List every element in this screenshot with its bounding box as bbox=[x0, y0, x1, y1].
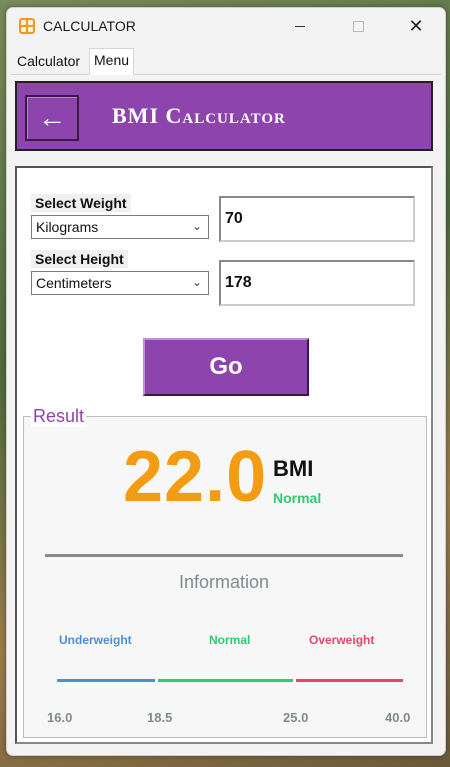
range-label-underweight: Underweight bbox=[59, 633, 132, 647]
page-title: BMI Calculator bbox=[112, 103, 286, 128]
title-bar: CALCULATOR ✕ bbox=[7, 8, 445, 44]
minimize-icon bbox=[295, 25, 305, 27]
weight-input-value: 70 bbox=[225, 210, 243, 227]
bmi-form-panel: Select Weight Kilograms ⌄ 70 Select Heig… bbox=[15, 166, 433, 744]
window-title: CALCULATOR bbox=[43, 18, 136, 34]
chevron-down-icon: ⌄ bbox=[191, 275, 202, 289]
weight-unit-value: Kilograms bbox=[36, 219, 99, 235]
page-header: ← BMI Calculator bbox=[15, 81, 433, 151]
information-title: Information bbox=[178, 572, 270, 592]
tick-label: 16.0 bbox=[47, 710, 73, 725]
weight-label: Select Weight bbox=[31, 194, 131, 212]
tab-menu[interactable]: Menu bbox=[89, 48, 135, 75]
bmi-unit-label: BMI bbox=[273, 456, 314, 481]
range-bar-overweight bbox=[296, 679, 403, 682]
range-label-normal: Normal bbox=[209, 633, 251, 647]
tab-calculator[interactable]: Calculator bbox=[13, 50, 85, 72]
maximize-icon bbox=[352, 20, 364, 32]
range-bar-underweight bbox=[57, 679, 155, 682]
tab-bar: Calculator Menu bbox=[11, 48, 441, 75]
height-label: Select Height bbox=[31, 250, 128, 268]
close-icon: ✕ bbox=[408, 15, 424, 36]
back-arrow-icon: ← bbox=[38, 102, 66, 133]
calculator-app-icon bbox=[19, 18, 35, 34]
tick-label: 40.0 bbox=[385, 710, 411, 725]
height-unit-select[interactable]: Centimeters ⌄ bbox=[31, 271, 209, 295]
maximize-button[interactable] bbox=[329, 8, 387, 44]
height-input[interactable]: 178 bbox=[219, 260, 415, 306]
close-button[interactable]: ✕ bbox=[387, 8, 445, 44]
tick-label: 25.0 bbox=[283, 710, 309, 725]
tick-label: 18.5 bbox=[147, 710, 173, 725]
go-button[interactable]: Go bbox=[143, 338, 309, 396]
weight-unit-select[interactable]: Kilograms ⌄ bbox=[31, 215, 209, 239]
weight-input[interactable]: 70 bbox=[219, 196, 415, 242]
height-input-value: 178 bbox=[225, 274, 252, 291]
calculator-window: CALCULATOR ✕ Calculator Menu ← BMI Calcu… bbox=[6, 7, 446, 756]
minimize-button[interactable] bbox=[271, 8, 329, 44]
height-unit-value: Centimeters bbox=[36, 275, 112, 291]
bmi-value: 22.0 bbox=[123, 437, 268, 517]
bmi-status: Normal bbox=[273, 490, 322, 506]
back-button[interactable]: ← bbox=[25, 95, 79, 141]
range-label-overweight: Overweight bbox=[309, 633, 375, 647]
result-legend: Result bbox=[31, 406, 87, 427]
range-bar-normal bbox=[158, 679, 293, 682]
chevron-down-icon: ⌄ bbox=[191, 219, 202, 233]
result-divider bbox=[45, 554, 403, 557]
